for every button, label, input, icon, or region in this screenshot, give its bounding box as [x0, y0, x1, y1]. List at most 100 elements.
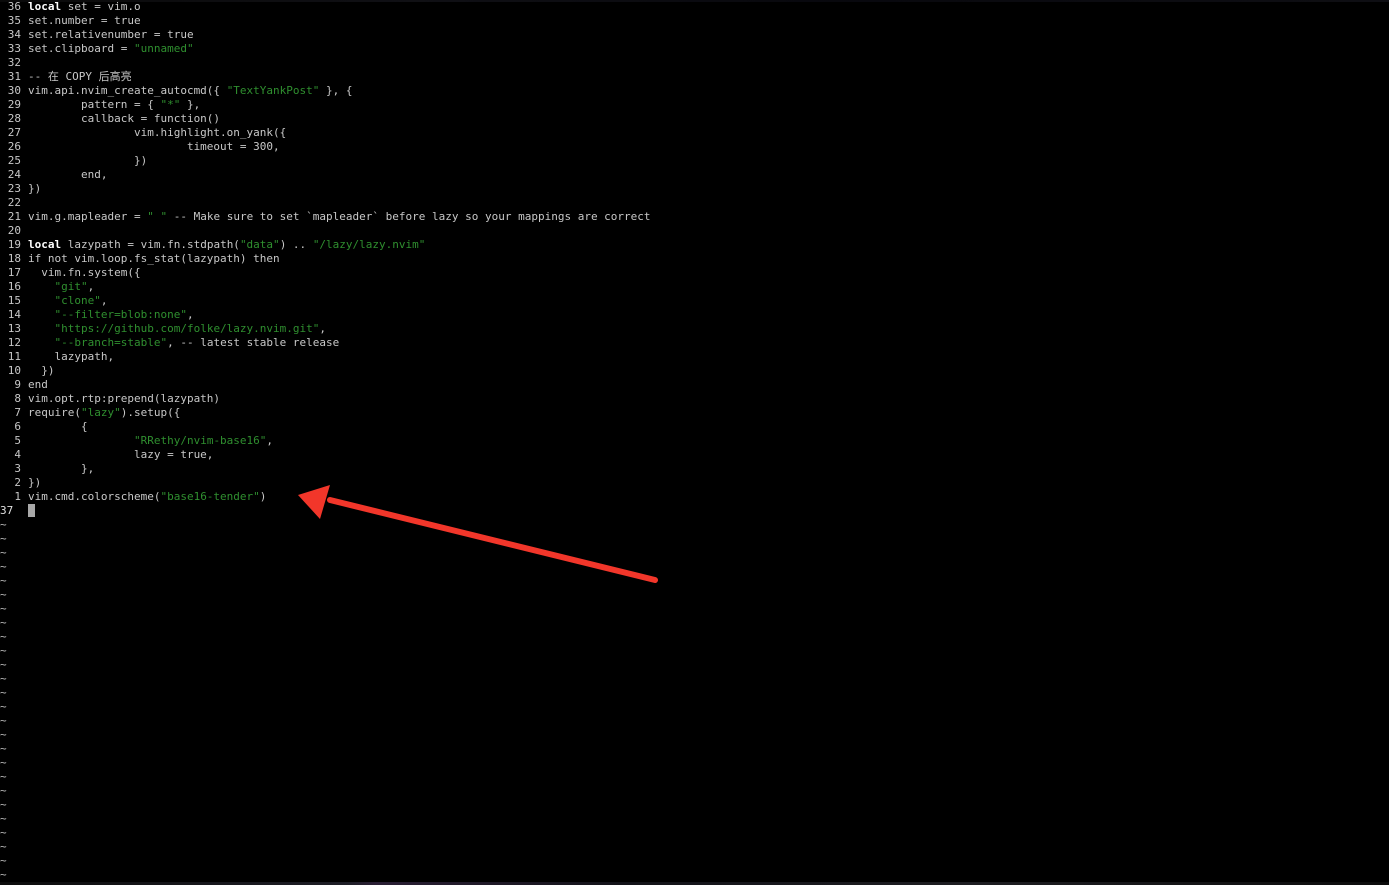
code-line[interactable]: 11 lazypath, [0, 350, 1389, 364]
code-line[interactable]: 36 local set = vim.o [0, 0, 1389, 14]
code-line[interactable]: 16 "git", [0, 280, 1389, 294]
line-number: 15 [7, 294, 21, 307]
code-line[interactable]: 25 }) [0, 154, 1389, 168]
code-text: set.relativenumber = true [28, 28, 194, 42]
line-number: 9 [14, 378, 21, 391]
empty-line-tilde: ~ [0, 602, 7, 615]
empty-line-tilde: ~ [0, 532, 7, 545]
code-token: }) [28, 182, 42, 195]
code-line[interactable]: 19 local lazypath = vim.fn.stdpath("data"… [0, 238, 1389, 252]
code-line[interactable]: 8 vim.opt.rtp:prepend(lazypath) [0, 392, 1389, 406]
code-line[interactable]: 5 "RRethy/nvim-base16", [0, 434, 1389, 448]
code-text: callback = function() [28, 112, 220, 126]
code-text: "--filter=blob:none", [28, 308, 194, 322]
empty-line-tilde: ~ [0, 742, 7, 755]
code-token: vim.opt.rtp:prepend(lazypath) [28, 392, 221, 405]
code-line[interactable]: 1 vim.cmd.colorscheme("base16-tender") [0, 490, 1389, 504]
code-line[interactable]: 28 callback = function() [0, 112, 1389, 126]
code-text: vim.g.mapleader = " " -- Make sure to se… [28, 210, 651, 224]
code-token: }) [28, 476, 42, 489]
code-line[interactable]: 18 if not vim.loop.fs_stat(lazypath) then [0, 252, 1389, 266]
code-text: end [28, 378, 48, 392]
code-line[interactable]: 27 vim.highlight.on_yank({ [0, 126, 1389, 140]
line-number: 11 [7, 350, 21, 363]
code-line[interactable]: 6 { [0, 420, 1389, 434]
string-literal: "clone" [54, 294, 101, 307]
code-line[interactable]: 26 timeout = 300, [0, 140, 1389, 154]
line-number: 36 [7, 0, 21, 13]
code-line[interactable]: 21 vim.g.mapleader = " " -- Make sure to … [0, 210, 1389, 224]
line-number: 16 [7, 280, 21, 293]
code-text: lazy = true, [28, 448, 213, 462]
code-token: vim.g.mapleader = [28, 210, 148, 223]
code-line[interactable]: 9 end [0, 378, 1389, 392]
code-token: set = vim.o [61, 0, 141, 13]
line-number: 29 [7, 98, 21, 111]
empty-line-tilde: ~ [0, 672, 7, 685]
empty-line-tilde: ~ [0, 840, 7, 853]
line-number: 26 [7, 140, 21, 153]
code-token: callback = function() [28, 112, 221, 125]
code-line[interactable]: 17 vim.fn.system({ [0, 266, 1389, 280]
code-line[interactable]: 10 }) [0, 364, 1389, 378]
code-token: , [319, 322, 327, 335]
cursor-line[interactable]: 37 [0, 504, 1389, 518]
code-text: pattern = { "*" }, [28, 98, 200, 112]
code-token: lazypath = vim.fn.stdpath( [61, 238, 240, 251]
empty-line-tilde: ~ [0, 728, 7, 741]
line-number: 32 [7, 56, 21, 69]
code-text: }) [28, 364, 55, 378]
empty-line-tilde: ~ [0, 644, 7, 657]
empty-line-tilde: ~ [0, 798, 7, 811]
code-token: }) [28, 364, 55, 377]
code-line[interactable]: 35 set.number = true [0, 14, 1389, 28]
code-line[interactable]: 33 set.clipboard = "unnamed" [0, 42, 1389, 56]
code-line[interactable]: 20 [0, 224, 1389, 238]
code-token: , [87, 280, 95, 293]
code-line[interactable]: 7 require("lazy").setup({ [0, 406, 1389, 420]
code-text: vim.fn.system({ [28, 266, 141, 280]
string-literal: "data" [239, 238, 280, 251]
code-line[interactable]: 29 pattern = { "*" }, [0, 98, 1389, 112]
empty-buffer-tildes: ~ ~ ~ ~ ~ ~ ~ ~ ~ ~ ~ ~ ~ ~ ~ ~ ~ ~ ~ ~ ~ ~ ~ ~ ~ ~ [0, 518, 7, 882]
code-line[interactable]: 22 [0, 196, 1389, 210]
text-cursor [28, 504, 35, 517]
line-number: 7 [14, 406, 21, 419]
code-line[interactable]: 12 "--branch=stable", -- latest stable r… [0, 336, 1389, 350]
line-number: 2 [14, 476, 21, 489]
code-line[interactable]: 34 set.relativenumber = true [0, 28, 1389, 42]
code-text: }) [28, 182, 41, 196]
code-line[interactable]: 2}) [0, 476, 1389, 490]
line-number: 10 [7, 364, 21, 377]
code-text: vim.highlight.on_yank({ [28, 126, 286, 140]
empty-line-tilde: ~ [0, 560, 7, 573]
code-text: set.clipboard = "unnamed" [28, 42, 194, 56]
code-line[interactable]: 30 vim.api.nvim_create_autocmd({ "TextYan… [0, 84, 1389, 98]
code-line[interactable]: 32 [0, 56, 1389, 70]
empty-line-tilde: ~ [0, 630, 7, 643]
code-token: , -- latest stable release [167, 336, 340, 349]
code-line[interactable]: 23}) [0, 182, 1389, 196]
code-line[interactable]: 4 lazy = true, [0, 448, 1389, 462]
code-line[interactable]: 31 -- 在 COPY 后高亮 [0, 70, 1389, 84]
line-number: 34 [7, 28, 21, 41]
code-line[interactable]: 13 "https://github.com/folke/lazy.nvim.g… [0, 322, 1389, 336]
code-line[interactable]: 14 "--filter=blob:none", [0, 308, 1389, 322]
string-literal: "TextYankPost" [226, 84, 320, 97]
empty-line-tilde: ~ [0, 518, 7, 531]
code-line[interactable]: 24 end, [0, 168, 1389, 182]
code-text: set.number = true [28, 14, 141, 28]
empty-line-tilde: ~ [0, 658, 7, 671]
empty-line-tilde: ~ [0, 574, 7, 587]
code-token: vim.fn.system({ [28, 266, 141, 279]
vim-editor-buffer[interactable]: 36 local set = vim.o 35 set.number = true 34… [0, 0, 1389, 518]
code-line[interactable]: 3 }, [0, 462, 1389, 476]
code-token: ) .. [279, 238, 313, 251]
string-literal: "https://github.com/folke/lazy.nvim.git" [54, 322, 320, 335]
code-line[interactable]: 15 "clone", [0, 294, 1389, 308]
code-token: if not vim.loop.fs_stat(lazypath) then [28, 252, 280, 265]
line-number: 24 [7, 168, 21, 181]
line-number: 28 [7, 112, 21, 125]
